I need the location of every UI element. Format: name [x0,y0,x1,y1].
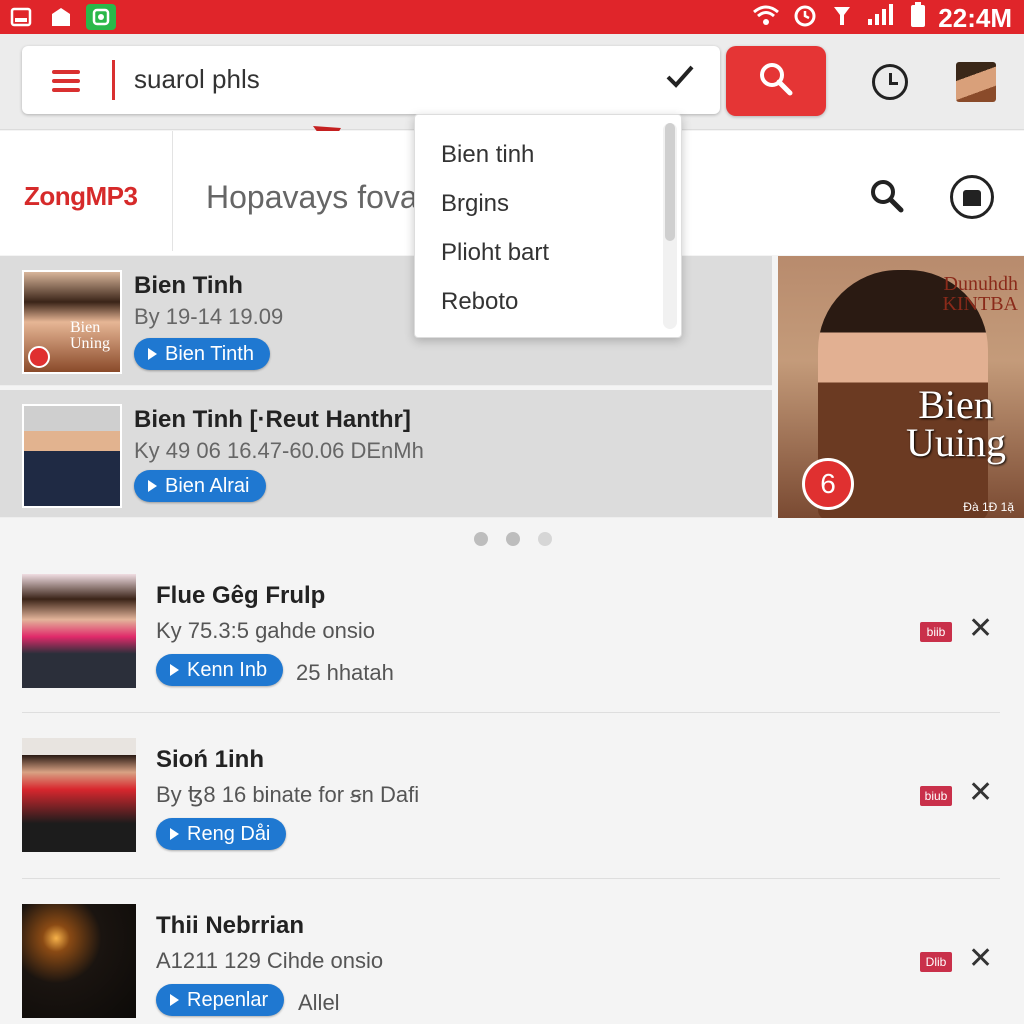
photo-icon [46,4,76,30]
user-avatar[interactable] [956,62,996,102]
play-icon [170,664,179,676]
status-time: 22:4M [938,2,1012,33]
banner-title: Bien Uuing [906,382,1006,465]
song-subtitle: Ky 49 06 16.47-60.06 DEnMh [134,438,424,463]
dropdown-item[interactable]: Plioht bart [441,239,549,267]
album-cover [22,404,122,508]
banner-top-text: Dunuhdh KINTBA [942,273,1018,315]
status-right: 22:4M [752,2,1012,34]
play-button-label: Repenlar [187,988,269,1011]
scrollbar-thumb[interactable] [665,123,675,241]
song-thumbnail [22,574,136,688]
song-title: Thii Nebrrian [156,912,305,939]
song-meta: Allel [298,990,340,1015]
quality-tag: Dlib [920,952,952,972]
status-bar: 22:4M [0,0,1024,34]
headphone-icon[interactable] [950,175,994,219]
play-button[interactable]: Repenlar [156,984,285,1016]
play-button-label: Bien Tinth [165,342,254,365]
play-icon [148,348,157,360]
notification-icon [6,4,36,30]
play-button-label: Reng Dåi [187,822,271,845]
quality-tag: biub [920,786,952,806]
search-button[interactable] [726,46,826,116]
app-logo[interactable]: ZongMP3 [24,181,138,212]
signal-icon [866,3,898,33]
song-title: Bien Tinh [·Reut Hanthr] [134,406,411,433]
song-title: Flue Gêg Frulp [156,582,326,609]
dropdown-scrollbar[interactable] [663,123,677,329]
suggestion-dropdown: Bien tinh Brgins Plioht bart Reboto [414,114,682,338]
menu-icon[interactable] [52,70,80,92]
play-button[interactable]: Bien Alrai [134,470,266,502]
wifi-icon [752,4,780,32]
song-title: Bien Tinh [134,272,243,299]
banner-badge: 6 [802,458,854,510]
vibrate-icon [830,3,854,33]
song-thumbnail [22,738,136,852]
alarm-icon [792,3,818,33]
battery-icon [910,2,926,34]
dropdown-item[interactable]: Brgins [441,190,509,218]
carousel-dot[interactable] [538,532,552,546]
divider [22,712,1000,713]
song-meta: 25 hhatah [296,660,394,685]
song-subtitle: A1211 129 Cihde onsio [156,948,384,973]
dropdown-item[interactable]: Bien tinh [441,141,534,169]
play-button-label: Kenn Inb [187,658,268,681]
list-item[interactable]: Flue Gêg Frulp Ky 75.3:5 gahde onsio Ken… [0,574,1024,738]
banner-footer: Đà 1Đ 1ặ [963,500,1014,514]
play-button-label: Bien Alrai [165,474,250,497]
carousel-dot[interactable] [506,532,520,546]
search-icon [758,61,794,102]
text-cursor [112,60,115,100]
search-box[interactable] [22,46,720,114]
play-icon [170,994,179,1006]
song-subtitle: Ky 75.3:5 gahde onsio [156,618,375,643]
search-icon[interactable] [870,179,904,218]
featured-item[interactable]: Bien Tinh [·Reut Hanthr] Ky 49 06 16.47-… [0,390,772,518]
quality-tag: biib [920,622,952,642]
badge-icon [28,346,50,368]
song-subtitle: By 19-14 19.09 [134,304,284,329]
play-button[interactable]: Bien Tinth [134,338,270,370]
list-item[interactable]: Thii Nebrrian A1211 129 Cihde onsio Repe… [0,904,1024,1024]
carousel-dots [474,532,552,546]
page-title: Hopavays fova [206,179,418,215]
song-title: Sioń 1inh [156,746,264,773]
close-icon[interactable]: ✕ [968,778,993,808]
dropdown-item[interactable]: Reboto [441,288,518,316]
cover-text: Bien Uning [70,319,110,352]
status-left-icons [6,4,116,30]
album-cover: Bien Uning [22,270,122,374]
song-subtitle: By ꜩ8 16 binate for ꞩn Dafi [156,782,420,807]
divider [22,878,1000,879]
close-icon[interactable]: ✕ [968,614,993,644]
app-icon [86,4,116,30]
carousel-dot[interactable] [474,532,488,546]
check-icon[interactable] [664,60,696,101]
featured-banner[interactable]: Dunuhdh KINTBA Bien Uuing 6 Đà 1Đ 1ặ [778,256,1024,518]
close-icon[interactable]: ✕ [968,944,993,974]
divider [172,131,173,251]
history-icon[interactable] [872,64,908,100]
play-icon [148,480,157,492]
play-icon [170,828,179,840]
search-input[interactable] [134,64,634,95]
play-button[interactable]: Kenn Inb [156,654,284,686]
play-button[interactable]: Reng Dåi [156,818,287,850]
song-thumbnail [22,904,136,1018]
